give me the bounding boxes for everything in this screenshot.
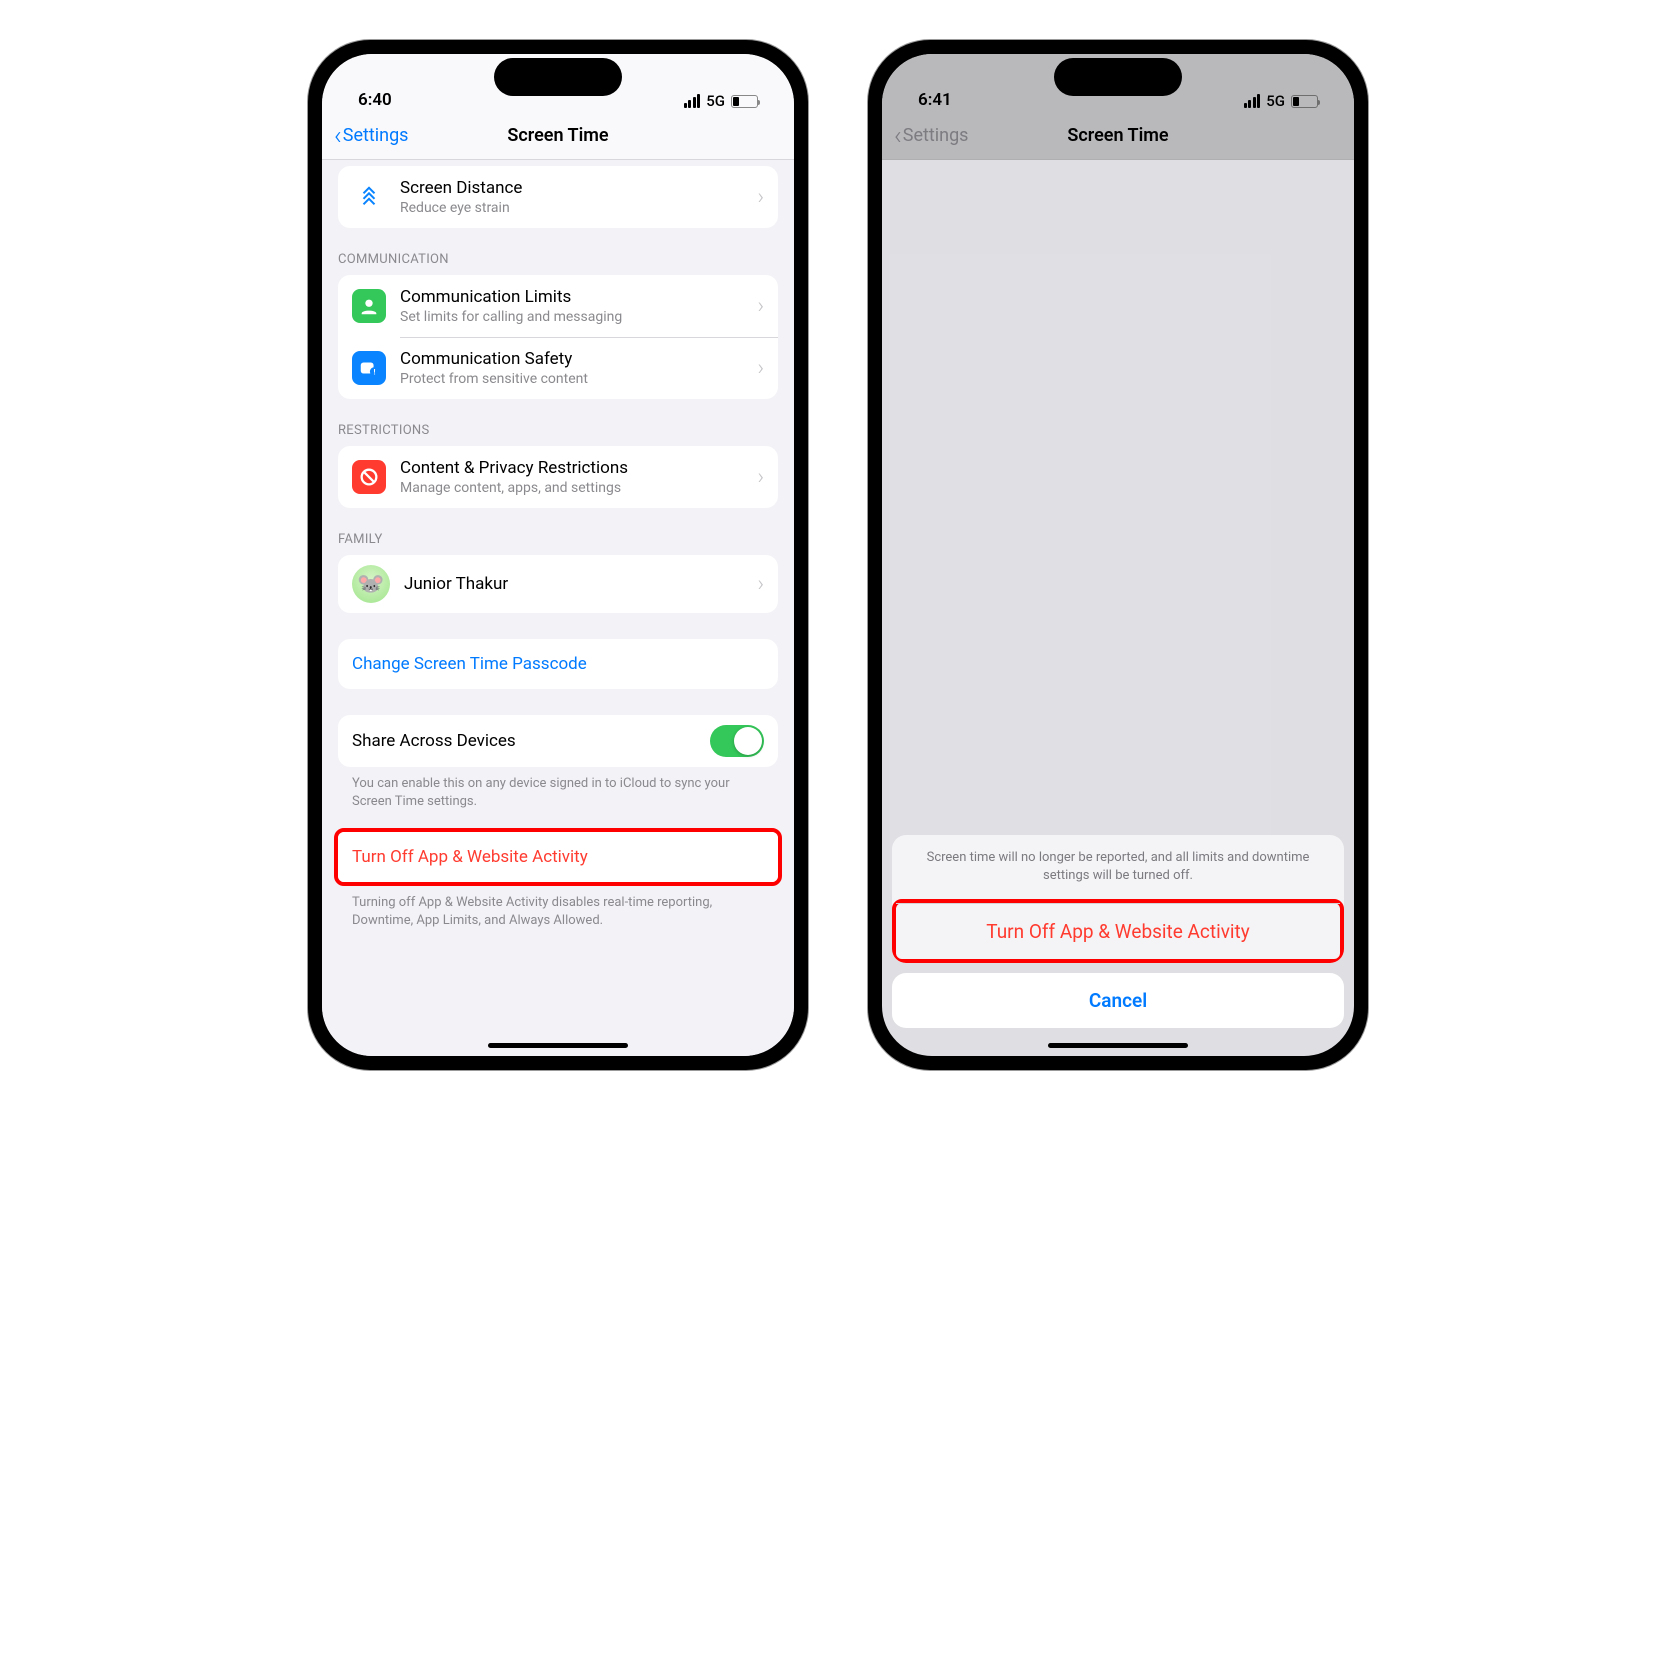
turn-off-footer: Turning off App & Website Activity disab… xyxy=(322,886,794,929)
network-label: 5G xyxy=(706,92,725,110)
phone-right: 6:41 5G ‹ Settings Screen Time xyxy=(868,40,1368,1070)
dynamic-island xyxy=(1054,58,1182,96)
signal-icon xyxy=(684,94,701,108)
cell-content-restrictions[interactable]: Content & Privacy Restrictions Manage co… xyxy=(338,446,778,508)
share-label: Share Across Devices xyxy=(352,731,710,751)
cell-title: Communication Limits xyxy=(400,287,749,307)
cell-sub: Protect from sensitive content xyxy=(400,371,749,387)
status-time: 6:40 xyxy=(358,90,392,110)
action-sheet: Screen time will no longer be reported, … xyxy=(882,54,1354,1056)
cell-sub: Set limits for calling and messaging xyxy=(400,309,749,325)
turn-off-label: Turn Off App & Website Activity xyxy=(352,847,764,867)
settings-content: Screen Distance Reduce eye strain › COMM… xyxy=(322,160,794,1056)
page-title: Screen Time xyxy=(507,125,608,146)
communication-safety-icon: ! xyxy=(352,351,386,385)
cell-change-passcode[interactable]: Change Screen Time Passcode xyxy=(338,639,778,689)
chevron-right-icon: › xyxy=(757,356,764,381)
cell-screen-distance[interactable]: Screen Distance Reduce eye strain › xyxy=(338,166,778,228)
avatar: 🐭 xyxy=(352,565,390,603)
family-member-name: Junior Thakur xyxy=(404,574,749,594)
dynamic-island xyxy=(494,58,622,96)
chevron-right-icon: › xyxy=(757,465,764,490)
highlight-sheet-action: Turn Off App & Website Activity xyxy=(892,899,1344,963)
action-sheet-turn-off-button[interactable]: Turn Off App & Website Activity xyxy=(896,903,1340,959)
action-sheet-message: Screen time will no longer be reported, … xyxy=(892,835,1344,899)
section-header-restrictions: RESTRICTIONS xyxy=(322,399,794,446)
back-button[interactable]: ‹ Settings xyxy=(334,123,408,149)
svg-text:!: ! xyxy=(374,367,376,376)
battery-icon xyxy=(731,95,758,108)
cell-sub: Reduce eye strain xyxy=(400,200,749,216)
cell-title: Communication Safety xyxy=(400,349,749,369)
change-passcode-label: Change Screen Time Passcode xyxy=(352,654,764,674)
action-sheet-block: Screen time will no longer be reported, … xyxy=(892,835,1344,963)
nav-bar: ‹ Settings Screen Time xyxy=(322,112,794,160)
chevron-left-icon: ‹ xyxy=(334,123,342,149)
cell-family-member[interactable]: 🐭 Junior Thakur › xyxy=(338,555,778,613)
share-toggle[interactable] xyxy=(710,725,764,757)
phone-left: 6:40 5G ‹ Settings Screen Time xyxy=(308,40,808,1070)
chevron-right-icon: › xyxy=(757,185,764,210)
cell-communication-safety[interactable]: ! Communication Safety Protect from sens… xyxy=(338,337,778,399)
back-label: Settings xyxy=(343,125,409,146)
share-footer: You can enable this on any device signed… xyxy=(322,767,794,810)
home-indicator[interactable] xyxy=(488,1043,628,1048)
cell-turn-off-activity[interactable]: Turn Off App & Website Activity xyxy=(338,832,778,882)
screen-distance-icon xyxy=(352,180,386,214)
cell-title: Screen Distance xyxy=(400,178,749,198)
chevron-right-icon: › xyxy=(757,294,764,319)
section-header-communication: COMMUNICATION xyxy=(322,228,794,275)
highlight-turn-off: Turn Off App & Website Activity xyxy=(334,828,782,886)
communication-limits-icon xyxy=(352,289,386,323)
cell-share-across-devices[interactable]: Share Across Devices xyxy=(338,715,778,767)
chevron-right-icon: › xyxy=(757,572,764,597)
home-indicator[interactable] xyxy=(1048,1043,1188,1048)
cell-sub: Manage content, apps, and settings xyxy=(400,480,749,496)
cell-communication-limits[interactable]: Communication Limits Set limits for call… xyxy=(338,275,778,337)
action-sheet-cancel-button[interactable]: Cancel xyxy=(892,973,1344,1028)
cell-title: Content & Privacy Restrictions xyxy=(400,458,749,478)
section-header-family: FAMILY xyxy=(322,508,794,555)
restrictions-icon xyxy=(352,460,386,494)
